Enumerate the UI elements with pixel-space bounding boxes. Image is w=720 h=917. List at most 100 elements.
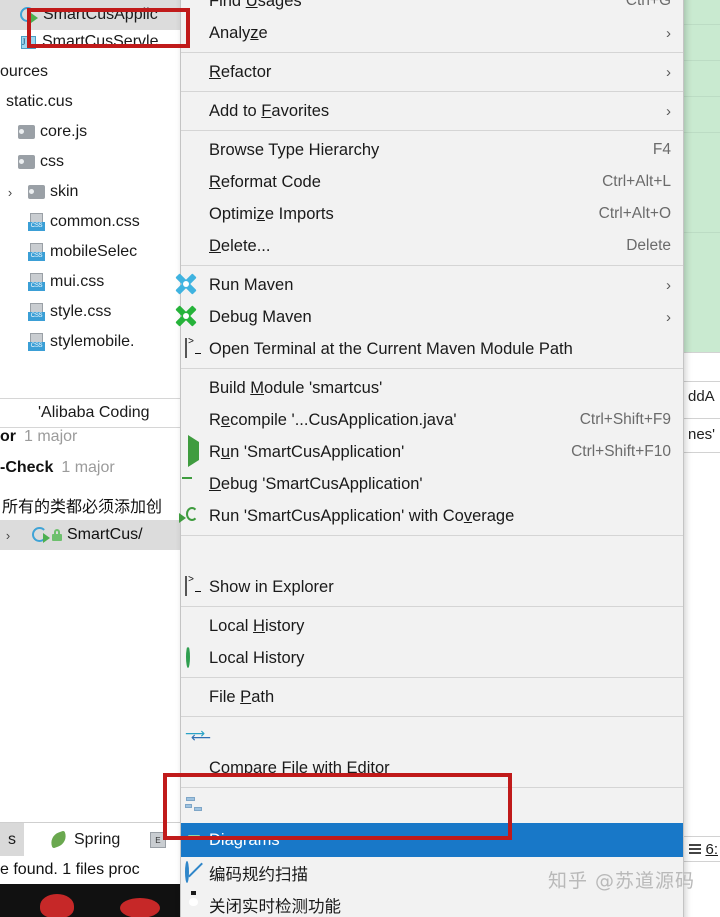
watermark: 知乎 @苏道源码 bbox=[548, 870, 696, 892]
java-class-run-icon bbox=[20, 6, 38, 24]
decorative-shape bbox=[120, 898, 160, 917]
menu-item-add-to-favorites[interactable]: Add to Favorites › bbox=[181, 95, 683, 127]
menu-item-label: 关闭实时检测功能 bbox=[209, 898, 341, 916]
tree-item-label: stylemobile. bbox=[50, 333, 135, 350]
menu-lines-icon bbox=[689, 842, 702, 856]
menu-item-create-gist[interactable]: 关闭实时检测功能 bbox=[181, 889, 683, 917]
menu-separator bbox=[181, 265, 683, 266]
menu-item-show-in-explorer[interactable] bbox=[181, 539, 683, 571]
tree-item-skin[interactable]: › skin bbox=[0, 177, 180, 207]
menu-item-synchronize[interactable]: Local History bbox=[181, 642, 683, 674]
menu-item-recompile[interactable]: Recompile '...CusApplication.java' Ctrl+… bbox=[181, 404, 683, 436]
chevron-right-icon[interactable]: › bbox=[2, 186, 18, 199]
menu-item-delete[interactable]: Delete... Delete bbox=[181, 230, 683, 262]
inspection-row[interactable]: -Check 1 major bbox=[0, 459, 180, 490]
inspection-row-count: 1 major bbox=[24, 428, 78, 445]
menu-item-find-usages[interactable]: Find Usages Ctrl+G bbox=[181, 0, 683, 17]
menu-item-shortcut: Ctrl+Alt+O bbox=[598, 205, 671, 222]
menu-item-shortcut: Ctrl+G bbox=[625, 0, 671, 9]
inspection-description: 所有的类都必须添加创 bbox=[2, 499, 163, 516]
css-file-icon: CSS bbox=[28, 303, 45, 321]
menu-item-refactor[interactable]: Refactor › bbox=[181, 56, 683, 88]
menu-item-code-convention-scan[interactable]: Diagrams bbox=[181, 823, 683, 857]
menu-item-run-maven[interactable]: Run Maven › bbox=[181, 269, 683, 301]
css-file-icon: CSS bbox=[28, 333, 45, 351]
tree-item-stylemobile-css[interactable]: CSS stylemobile. bbox=[0, 327, 180, 357]
menu-item-debug-maven[interactable]: Debug Maven › bbox=[181, 301, 683, 333]
tree-item-label: mobileSelec bbox=[50, 243, 138, 260]
menu-item-label: Optimize Imports bbox=[209, 204, 334, 223]
menu-item-label: Run 'SmartCusApplication' with Coverage bbox=[209, 506, 515, 525]
inspection-group-header[interactable]: 'Alibaba Coding bbox=[0, 398, 180, 428]
tab-inspection-results[interactable]: s bbox=[0, 823, 24, 856]
compare-icon: ⟶ ⟵ bbox=[185, 725, 212, 745]
menu-item-label: Debug 'SmartCusApplication' bbox=[209, 474, 423, 493]
tree-item-resources[interactable]: ources bbox=[0, 57, 180, 87]
menu-separator bbox=[181, 368, 683, 369]
menu-item-label: Run 'SmartCusApplication' bbox=[209, 442, 405, 461]
tree-item-smartcusapplication[interactable]: SmartCusApplic bbox=[0, 0, 180, 30]
tab-label: Spring bbox=[74, 830, 121, 848]
maven-debug-gear-icon bbox=[183, 307, 205, 327]
menu-item-open-in-terminal[interactable]: Show in Explorer bbox=[181, 571, 683, 603]
menu-item-label: Refactor bbox=[209, 62, 272, 81]
tree-item-common-css[interactable]: CSS common.css bbox=[0, 207, 180, 237]
tree-item-core-js[interactable]: core.js bbox=[0, 117, 180, 147]
menu-item-build-module[interactable]: Build Module 'smartcus' bbox=[181, 372, 683, 404]
menu-item-label: Delete... bbox=[209, 236, 271, 255]
menu-item-local-history[interactable]: Local History bbox=[181, 610, 683, 642]
menu-item-shortcut: Ctrl+Alt+L bbox=[602, 173, 671, 190]
inspection-row-count: 1 major bbox=[61, 459, 115, 476]
terminal-icon bbox=[185, 576, 205, 597]
tree-item-css[interactable]: css bbox=[0, 147, 180, 177]
project-tree: SmartCusApplic J SmartCusServle ources s… bbox=[0, 0, 180, 357]
inspection-selected-item[interactable]: › SmartCus/ bbox=[0, 520, 180, 550]
tree-item-label: skin bbox=[50, 183, 79, 200]
chevron-right-icon: › bbox=[666, 276, 671, 294]
menu-item-shortcut: Ctrl+Shift+F10 bbox=[571, 443, 671, 460]
menu-item-label: File Path bbox=[209, 687, 275, 706]
menu-item-run-application[interactable]: Run 'SmartCusApplication' Ctrl+Shift+F10 bbox=[181, 435, 683, 468]
tree-item-mui-css[interactable]: CSS mui.css bbox=[0, 267, 180, 297]
menu-separator bbox=[181, 535, 683, 536]
tree-item-label: css bbox=[40, 153, 64, 170]
menu-item-run-with-coverage[interactable]: Run 'SmartCusApplication' with Coverage bbox=[179, 500, 683, 532]
tab-spring[interactable]: Spring bbox=[42, 823, 128, 856]
status-line-number: 6: bbox=[705, 840, 718, 858]
menu-item-reformat-code[interactable]: Reformat Code Ctrl+Alt+L bbox=[181, 166, 683, 198]
menu-item-file-path[interactable]: File Path bbox=[181, 681, 683, 713]
tree-item-smartcusservlet[interactable]: J SmartCusServle bbox=[0, 27, 180, 57]
menu-item-debug-application[interactable]: Debug 'SmartCusApplication' bbox=[181, 468, 683, 500]
menu-item-analyze[interactable]: Analyze › bbox=[181, 17, 683, 49]
css-file-icon: CSS bbox=[28, 273, 45, 291]
tree-item-style-css[interactable]: CSS style.css bbox=[0, 297, 180, 327]
menu-item-compare-with[interactable]: ⟶ ⟵ bbox=[181, 720, 683, 752]
menu-item-compare-file-with-editor[interactable]: Compare File with Editor bbox=[181, 752, 683, 784]
menu-item-open-terminal-maven-path[interactable]: Open Terminal at the Current Maven Modul… bbox=[181, 333, 683, 365]
lock-icon bbox=[52, 529, 62, 541]
decorative-shape bbox=[40, 894, 74, 917]
inspection-row[interactable]: or 1 major bbox=[0, 428, 180, 459]
folder-icon bbox=[18, 125, 35, 139]
menu-separator bbox=[181, 677, 683, 678]
menu-item-diagrams[interactable] bbox=[181, 791, 683, 823]
tree-item-label: mui.css bbox=[50, 273, 105, 290]
menu-item-label: Add to Favorites bbox=[209, 101, 330, 120]
inspection-selected-label: SmartCus/ bbox=[67, 526, 143, 543]
menu-item-label: Local History bbox=[209, 616, 305, 635]
tree-item-static-cus[interactable]: static.cus bbox=[0, 87, 180, 117]
tree-item-mobileselect-css[interactable]: CSS mobileSelec bbox=[0, 237, 180, 267]
tab-extra[interactable]: E bbox=[142, 823, 178, 856]
menu-item-label: Reformat Code bbox=[209, 172, 321, 191]
css-file-icon: CSS bbox=[28, 243, 45, 261]
debug-icon bbox=[185, 474, 205, 494]
menu-item-optimize-imports[interactable]: Optimize Imports Ctrl+Alt+O bbox=[181, 198, 683, 230]
menu-separator bbox=[181, 91, 683, 92]
menu-separator bbox=[181, 716, 683, 717]
menu-item-browse-type-hierarchy[interactable]: Browse Type Hierarchy F4 bbox=[181, 134, 683, 166]
menu-separator bbox=[181, 787, 683, 788]
coverage-icon bbox=[179, 506, 205, 526]
inspection-results-panel: 'Alibaba Coding or 1 major -Check 1 majo… bbox=[0, 398, 180, 550]
chevron-right-icon[interactable]: › bbox=[0, 529, 16, 542]
menu-item-shortcut: F4 bbox=[652, 141, 671, 158]
